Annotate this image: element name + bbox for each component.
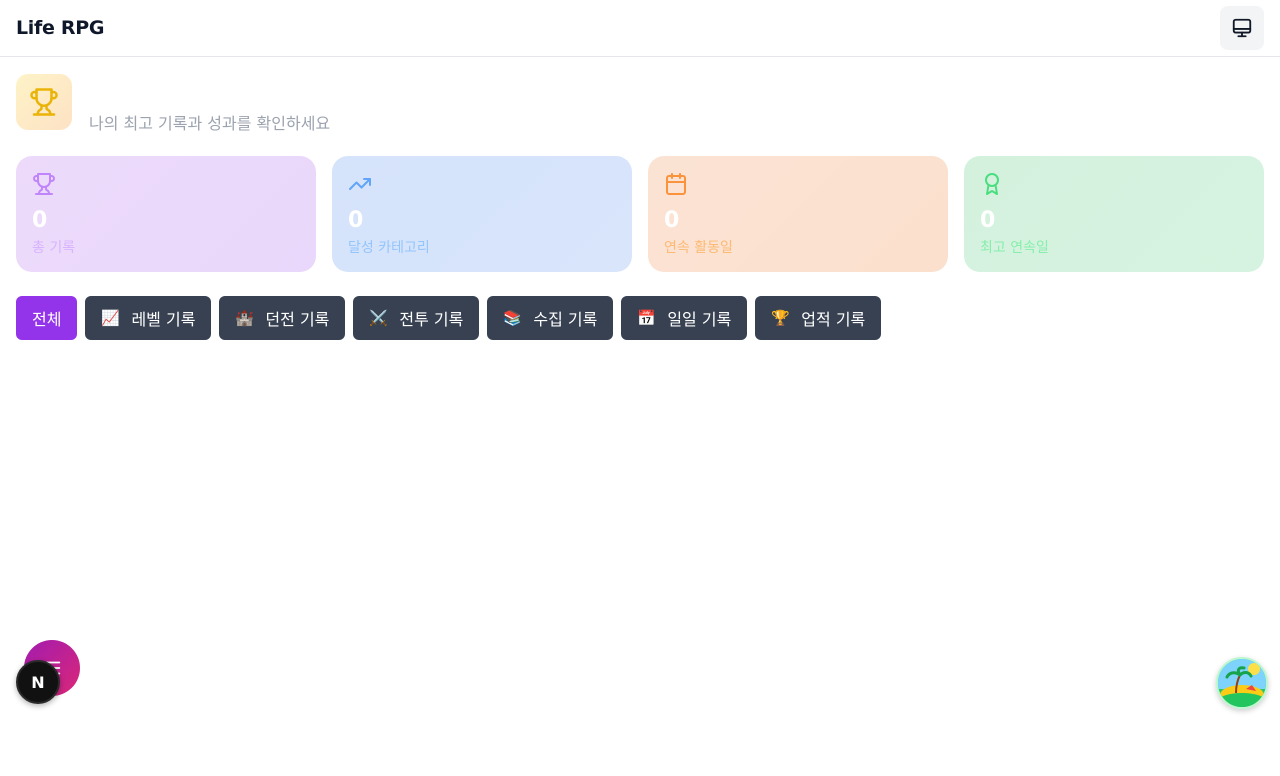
tab-label: 업적 기록 [801, 310, 866, 329]
stat-card-best-streak: 0 최고 연속일 [964, 156, 1264, 272]
record-category-tabs: 전체 📈 레벨 기록 🏰 던전 기록 ⚔️ 전투 기록 📚 수집 기록 📅 일일… [16, 296, 882, 340]
tab-all[interactable]: 전체 [16, 296, 78, 340]
crossed-swords-icon: ⚔️ [369, 309, 388, 327]
trophy-icon [30, 88, 58, 116]
tab-collection-records[interactable]: 📚 수집 기록 [487, 296, 614, 340]
tab-dungeon-records[interactable]: 🏰 던전 기록 [219, 296, 346, 340]
tab-label: 일일 기록 [667, 310, 732, 329]
app-title: Life RPG [16, 17, 105, 39]
castle-icon: 🏰 [235, 309, 254, 327]
stat-label: 연속 활동일 [664, 240, 733, 256]
calendar-icon [666, 173, 686, 195]
stat-value: 0 [980, 208, 996, 233]
tab-label: 전투 기록 [399, 310, 464, 329]
stat-label: 달성 카테고리 [348, 240, 430, 256]
stat-card-streak-days: 0 연속 활동일 [648, 156, 948, 272]
tab-battle-records[interactable]: ⚔️ 전투 기록 [353, 296, 480, 340]
hero-trophy-badge [16, 74, 72, 130]
chart-increasing-icon: 📈 [101, 309, 120, 327]
page-subtitle: 나의 최고 기록과 성과를 확인하세요 [89, 114, 331, 133]
monitor-icon [1232, 18, 1252, 38]
stat-value: 0 [664, 208, 680, 233]
island-icon [1218, 659, 1266, 707]
tab-level-records[interactable]: 📈 레벨 기록 [85, 296, 212, 340]
stat-card-categories: 0 달성 카테고리 [332, 156, 632, 272]
tab-label: 레벨 기록 [131, 310, 196, 329]
top-bar: Life RPG [0, 0, 1280, 57]
tab-daily-records[interactable]: 📅 일일 기록 [621, 296, 748, 340]
tab-label: 수집 기록 [533, 310, 598, 329]
island-fab-button[interactable] [1216, 657, 1268, 709]
dev-tools-badge-button[interactable]: N [16, 660, 60, 704]
stat-label: 총 기록 [32, 240, 76, 256]
trophy-icon [33, 173, 55, 195]
stat-card-total-records: 0 총 기록 [16, 156, 316, 272]
tab-label: 던전 기록 [265, 310, 330, 329]
tab-achievement-records[interactable]: 🏆 업적 기록 [755, 296, 882, 340]
books-icon: 📚 [503, 309, 522, 327]
stat-label: 최고 연속일 [980, 240, 1049, 256]
trending-up-icon [349, 178, 371, 190]
calendar-icon: 📅 [636, 309, 656, 327]
trophy-icon: 🏆 [770, 309, 790, 327]
display-toggle-button[interactable] [1220, 6, 1264, 50]
award-icon [985, 173, 999, 195]
stat-value: 0 [348, 208, 364, 233]
dev-badge-letter: N [31, 672, 45, 692]
stat-value: 0 [32, 208, 48, 233]
tab-label: 전체 [32, 310, 62, 329]
